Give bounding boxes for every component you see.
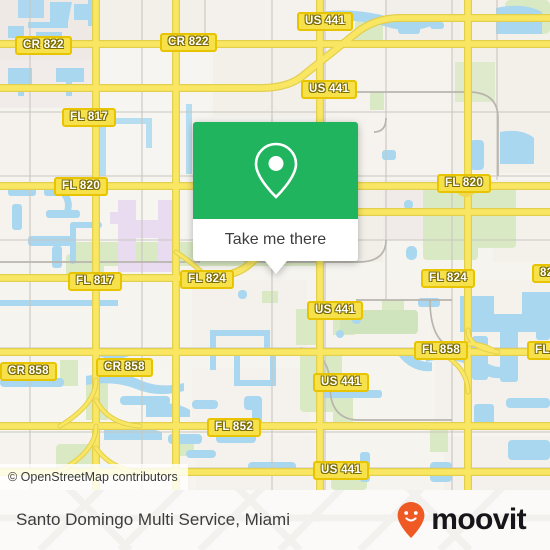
road-shield: FL 820 (54, 177, 109, 196)
moovit-pin-smiley-icon (397, 502, 425, 538)
road-shield: FL 817 (62, 108, 117, 127)
popup-icon-panel (193, 122, 358, 219)
road-shield: US 441 (313, 373, 370, 392)
osm-attribution[interactable]: © OpenStreetMap contributors (0, 464, 188, 490)
popup-action-label[interactable]: Take me there (193, 219, 358, 261)
road-shield: CR 858 (0, 362, 57, 381)
road-shield: US 441 (313, 461, 370, 480)
take-me-there-popup[interactable]: Take me there (193, 122, 358, 274)
road-shield: FL 824 (180, 270, 235, 289)
moovit-logo[interactable]: moovit (396, 501, 527, 539)
road-shield: CR 858 (96, 358, 153, 377)
road-shield: FL 858 (414, 341, 469, 360)
road-shield: CR 822 (15, 36, 72, 55)
map-pin-icon (254, 142, 297, 199)
road-shield: FL 820 (437, 174, 492, 193)
road-shield: US 441 (307, 301, 364, 320)
road-shield: FL 824 (421, 269, 476, 288)
road-shield: CR 822 (160, 33, 217, 52)
road-shield: 824 (532, 264, 550, 283)
road-shield: US 441 (297, 12, 354, 31)
map-viewport[interactable]: CR 822 CR 822 US 441 FL 817 US 441 FL 820 FL 8… (0, 0, 550, 490)
road-shield: FL 858 (527, 341, 550, 360)
footer-bar: Santo Domingo Multi Service, Miami moovi… (0, 490, 550, 550)
road-shield: FL 817 (68, 272, 123, 291)
moovit-wordmark: moovit (431, 503, 526, 536)
attribution-text: © OpenStreetMap contributors (8, 470, 178, 484)
popup-pointer (264, 261, 287, 274)
road-shield: US 441 (301, 80, 358, 99)
road-shield: FL 852 (207, 418, 262, 437)
location-title: Santo Domingo Multi Service, Miami (16, 510, 290, 529)
moovit-map-screenshot: CR 822 CR 822 US 441 FL 817 US 441 FL 820 FL 8… (0, 0, 550, 550)
